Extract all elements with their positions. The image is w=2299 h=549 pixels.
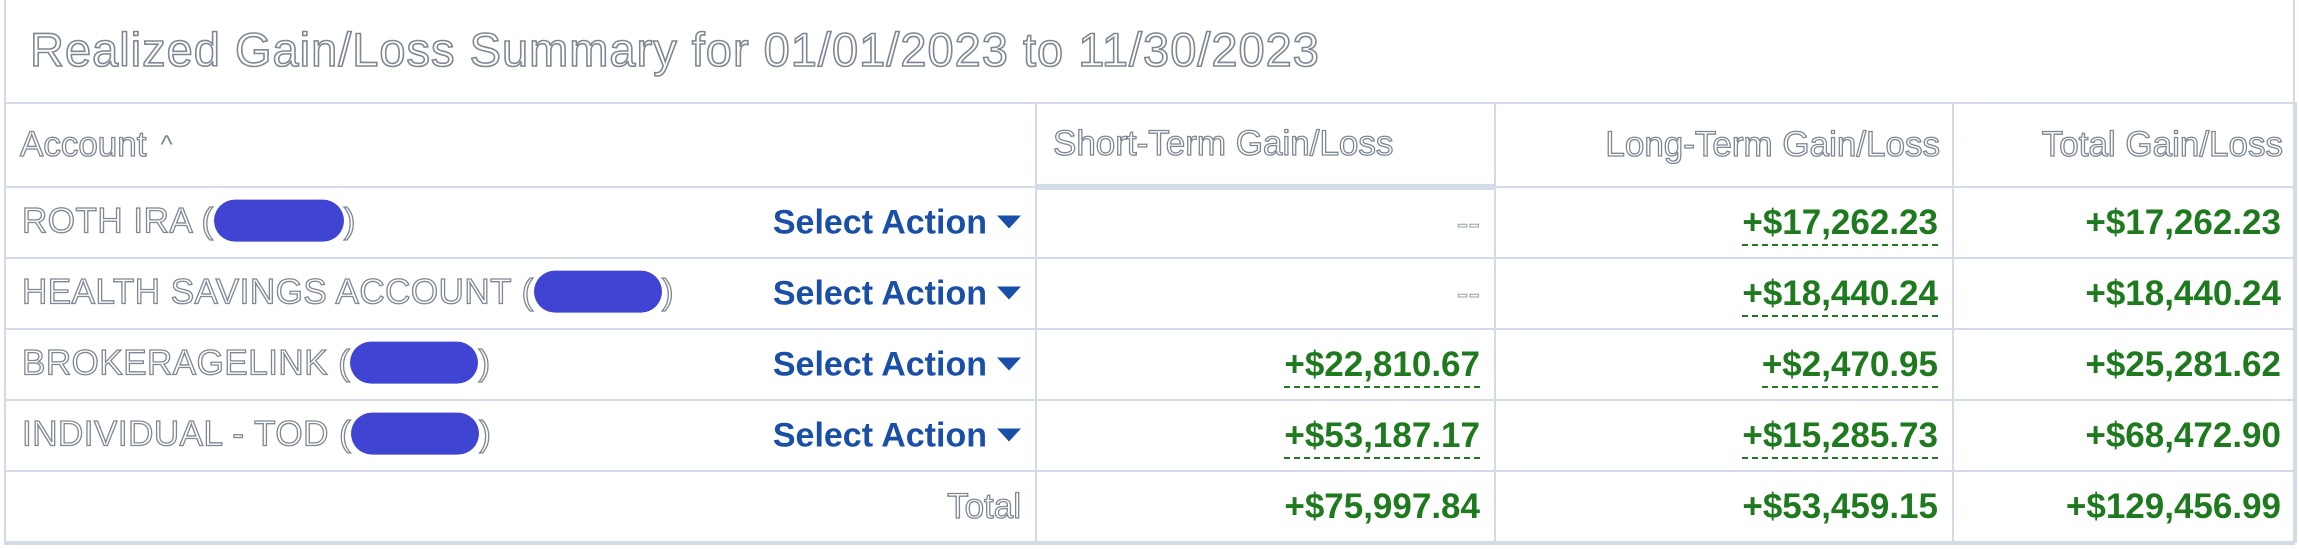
gain-loss-table: Account ^ Short-Term Gain/Loss Long-Term … xyxy=(4,102,2297,543)
total-short-term: +$75,997.84 xyxy=(1035,470,1496,543)
totals-row: Total +$75,997.84 +$53,459.15 +$129,456.… xyxy=(4,470,2297,543)
long-term-link[interactable]: +$15,285.73 xyxy=(1742,415,1938,459)
table-row: INDIVIDUAL - TOD () Select Action +$53,1… xyxy=(4,399,2297,472)
long-term-cell: +$2,470.95 xyxy=(1494,328,1954,401)
short-term-link[interactable]: +$22,810.67 xyxy=(1284,344,1480,388)
select-action-label: Select Action xyxy=(772,345,987,383)
table-row: ROTH IRA () Select Action -- +$17,262.23… xyxy=(4,186,2297,259)
column-header-account[interactable]: Account ^ xyxy=(4,102,1037,188)
header-row: Account ^ Short-Term Gain/Loss Long-Term … xyxy=(4,102,2297,190)
redacted-account-number xyxy=(350,341,479,384)
long-term-cell: +$18,440.24 xyxy=(1494,257,1954,330)
account-name: INDIVIDUAL - TOD () xyxy=(21,412,492,455)
select-action-label: Select Action xyxy=(772,274,987,312)
total-cell: +$18,440.24 xyxy=(1952,257,2297,330)
short-term-cell: +$53,187.17 xyxy=(1035,399,1496,472)
select-action-dropdown[interactable]: Select Action xyxy=(773,274,1021,313)
long-term-cell: +$17,262.23 xyxy=(1494,186,1954,259)
column-header-short-term[interactable]: Short-Term Gain/Loss xyxy=(1035,102,1496,190)
short-term-cell: +$22,810.67 xyxy=(1035,328,1496,401)
account-name: BROKERAGELINK () xyxy=(21,341,491,384)
account-name-text: BROKERAGELINK xyxy=(21,342,329,383)
column-header-account-label: Account xyxy=(19,124,147,164)
page-title: Realized Gain/Loss Summary for 01/01/202… xyxy=(29,22,1320,77)
table-row: BROKERAGELINK () Select Action +$22,810.… xyxy=(4,328,2297,401)
redacted-account-number xyxy=(213,199,344,242)
account-name: ROTH IRA () xyxy=(21,199,356,242)
short-term-value: -- xyxy=(1456,273,1480,313)
select-action-label: Select Action xyxy=(772,203,987,241)
long-term-cell: +$15,285.73 xyxy=(1494,399,1954,472)
account-name: HEALTH SAVINGS ACCOUNT () xyxy=(21,270,674,313)
select-action-dropdown[interactable]: Select Action xyxy=(773,416,1021,455)
short-term-link[interactable]: +$53,187.17 xyxy=(1284,415,1480,459)
total-label: Total xyxy=(4,470,1037,543)
total-cell: +$25,281.62 xyxy=(1952,328,2297,401)
account-cell: HEALTH SAVINGS ACCOUNT () Select Action xyxy=(4,257,1037,330)
long-term-link[interactable]: +$2,470.95 xyxy=(1761,344,1938,388)
short-term-value: -- xyxy=(1456,203,1480,243)
caret-down-icon xyxy=(997,428,1021,441)
table-row: HEALTH SAVINGS ACCOUNT () Select Action … xyxy=(4,257,2297,330)
account-name-text: INDIVIDUAL - TOD xyxy=(21,413,329,454)
select-action-label: Select Action xyxy=(772,416,987,454)
account-cell: BROKERAGELINK () Select Action xyxy=(4,328,1037,401)
long-term-link[interactable]: +$17,262.23 xyxy=(1742,202,1938,246)
total-long-term: +$53,459.15 xyxy=(1494,470,1954,543)
redacted-account-number xyxy=(351,412,480,455)
column-header-total[interactable]: Total Gain/Loss xyxy=(1952,102,2297,188)
caret-down-icon xyxy=(997,286,1021,299)
chevron-up-icon[interactable]: ^ xyxy=(160,129,172,160)
redacted-account-number xyxy=(533,270,662,313)
total-cell: +$68,472.90 xyxy=(1952,399,2297,472)
short-term-cell: -- xyxy=(1035,186,1496,259)
select-action-dropdown[interactable]: Select Action xyxy=(773,345,1021,384)
select-action-dropdown[interactable]: Select Action xyxy=(773,203,1021,242)
caret-down-icon xyxy=(997,357,1021,370)
account-cell: INDIVIDUAL - TOD () Select Action xyxy=(4,399,1037,472)
grand-total: +$129,456.99 xyxy=(1952,470,2297,543)
total-cell: +$17,262.23 xyxy=(1952,186,2297,259)
long-term-link[interactable]: +$18,440.24 xyxy=(1742,273,1938,317)
account-name-text: HEALTH SAVINGS ACCOUNT xyxy=(21,271,512,312)
column-header-long-term[interactable]: Long-Term Gain/Loss xyxy=(1494,102,1954,188)
short-term-cell: -- xyxy=(1035,257,1496,330)
account-cell: ROTH IRA () Select Action xyxy=(4,186,1037,259)
account-name-text: ROTH IRA xyxy=(21,200,192,241)
caret-down-icon xyxy=(997,215,1021,228)
